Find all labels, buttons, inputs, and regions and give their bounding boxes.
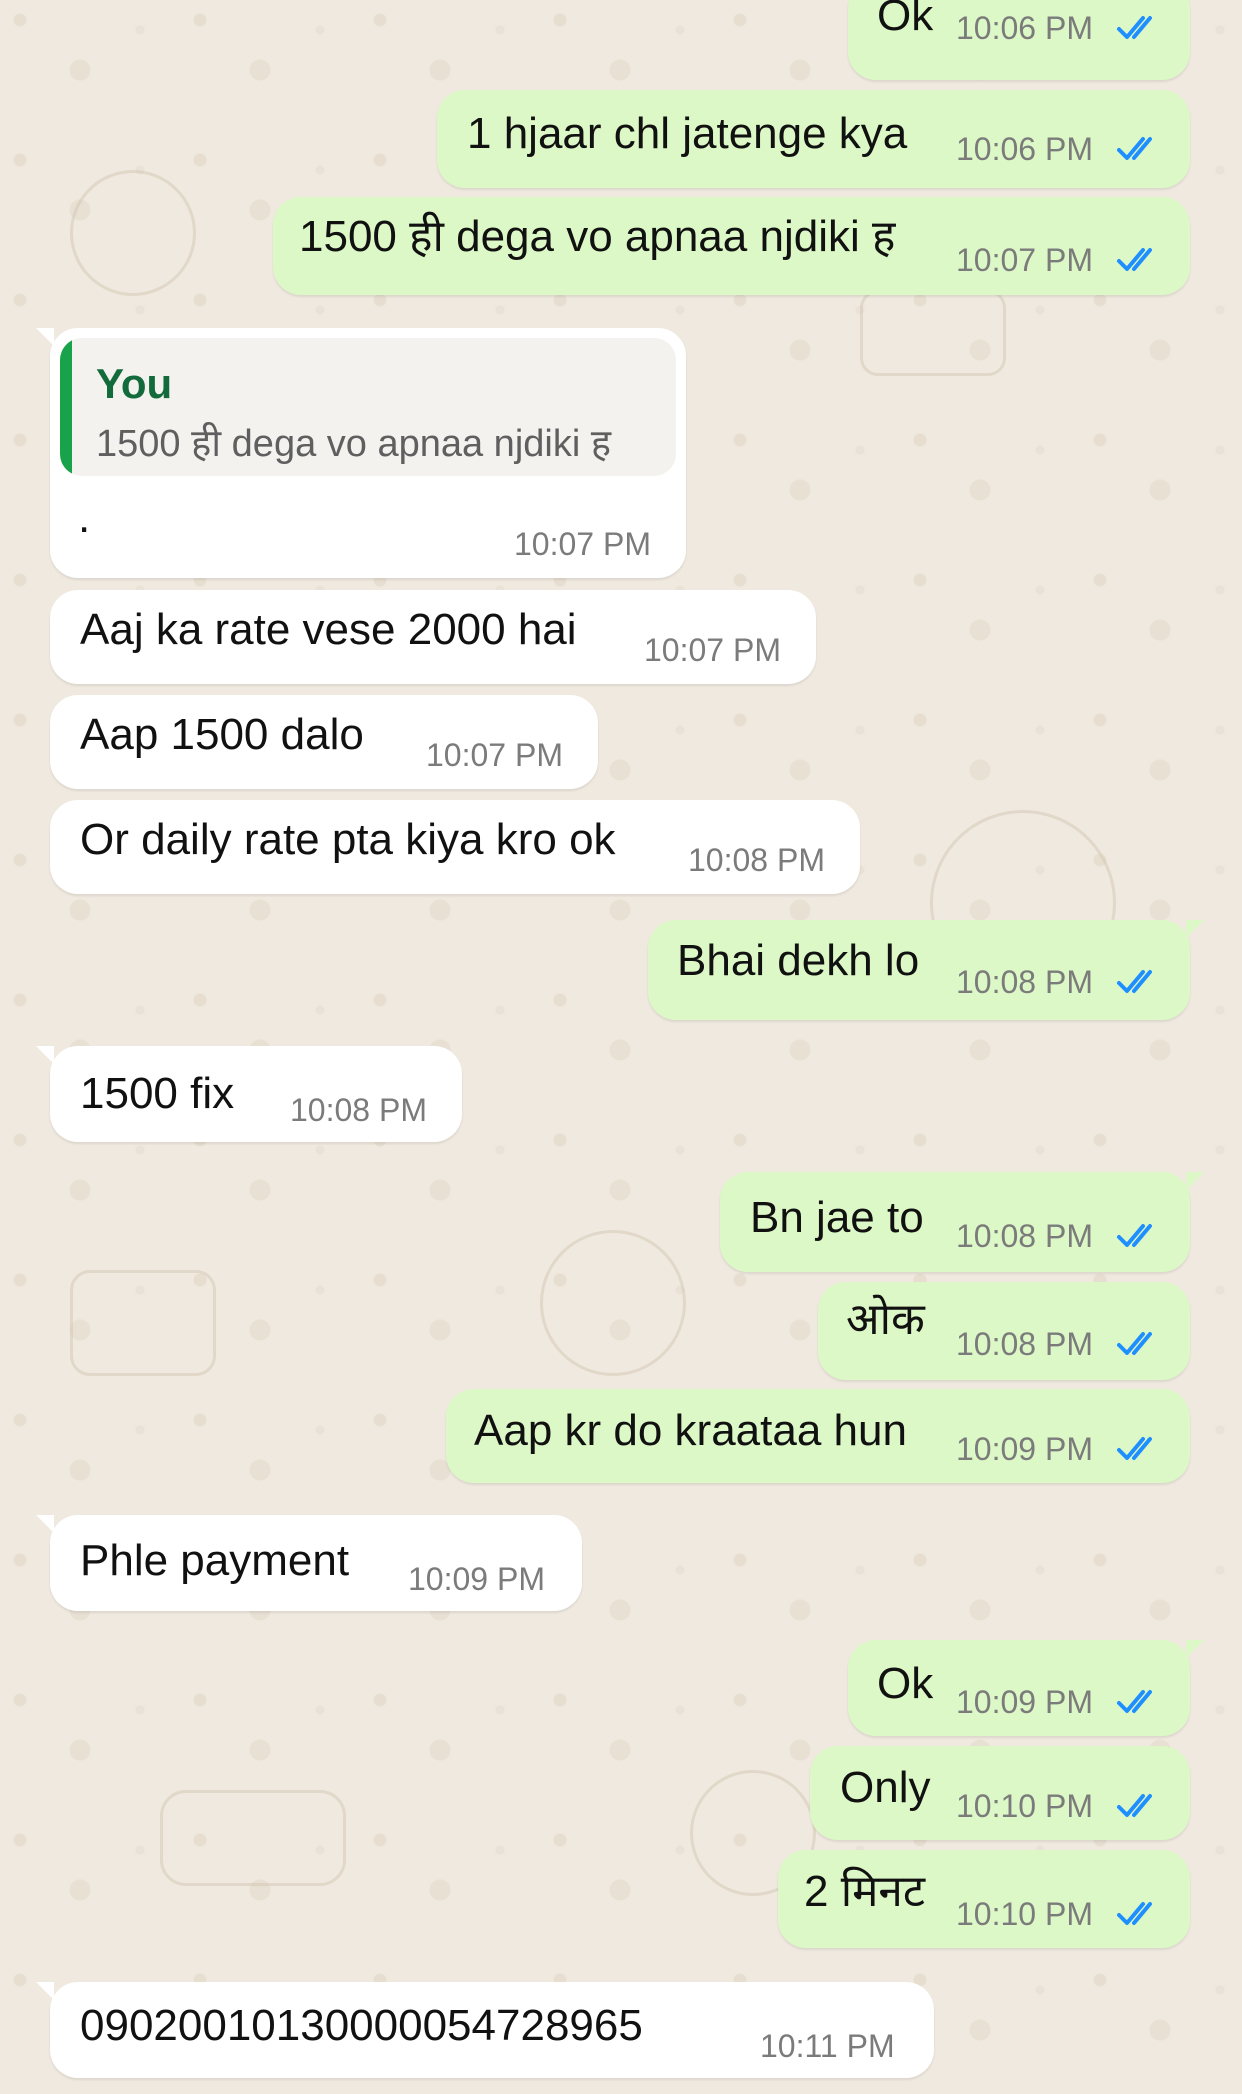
message-text: 2 मिनट	[804, 1867, 925, 1916]
message-text: 1500 ही dega vo apnaa njdiki ह	[299, 212, 896, 261]
message-time: 10:10 PM	[956, 1896, 1093, 1932]
message-time: 10:07 PM	[956, 242, 1093, 278]
message-text: Ok	[877, 0, 934, 40]
message-text: ओक	[846, 1295, 925, 1344]
quote-accent-bar	[60, 338, 72, 476]
message-time: 10:11 PM	[760, 2028, 895, 2064]
message-text: Bn jae to	[750, 1193, 924, 1242]
message-time: 10:06 PM	[956, 131, 1093, 167]
message-time: 10:07 PM	[426, 737, 563, 773]
incoming-message[interactable]: Or daily rate pta kiya kro ok 10:08 PM	[50, 800, 860, 894]
message-text: Aaj ka rate vese 2000 hai	[80, 605, 577, 654]
message-text: .	[78, 493, 91, 542]
message-time: 10:06 PM	[956, 10, 1093, 46]
chat-thread: Ok 10:06 PM 1 hjaar chl jatenge kya 10:0…	[0, 0, 1242, 2094]
double-check-icon	[1117, 1224, 1152, 1247]
incoming-message[interactable]: Aaj ka rate vese 2000 hai 10:07 PM	[50, 590, 816, 684]
incoming-message[interactable]: Phle payment 10:09 PM	[36, 1515, 582, 1611]
message-time: 10:10 PM	[956, 1788, 1093, 1824]
double-check-icon	[1117, 970, 1152, 993]
double-check-icon	[1117, 1794, 1152, 1817]
message-time: 10:09 PM	[408, 1561, 545, 1597]
outgoing-message[interactable]: Bn jae to 10:08 PM	[720, 1172, 1204, 1272]
double-check-icon	[1117, 1332, 1152, 1355]
message-text: Only	[840, 1763, 931, 1812]
double-check-icon	[1117, 1690, 1152, 1713]
outgoing-message[interactable]: 1 hjaar chl jatenge kya 10:06 PM	[437, 90, 1190, 188]
message-time: 10:07 PM	[644, 632, 781, 668]
outgoing-message[interactable]: 2 मिनट 10:10 PM	[778, 1850, 1190, 1948]
message-text: Bhai dekh lo	[677, 936, 920, 985]
message-time: 10:08 PM	[688, 842, 825, 878]
message-text: 1500 fix	[80, 1069, 235, 1118]
outgoing-message[interactable]: ओक 10:08 PM	[818, 1282, 1190, 1380]
incoming-message[interactable]: 09020010130000054728965 10:11 PM	[36, 1982, 934, 2078]
quoted-author: You	[96, 360, 173, 407]
message-time: 10:08 PM	[956, 1218, 1093, 1254]
incoming-message[interactable]: 1500 fix 10:08 PM	[36, 1046, 462, 1142]
quoted-text: 1500 ही dega vo apnaa njdiki ह	[96, 423, 612, 465]
double-check-icon	[1117, 16, 1152, 39]
double-check-icon	[1117, 1902, 1152, 1925]
outgoing-message[interactable]: Ok 10:06 PM	[848, 0, 1190, 80]
message-time: 10:07 PM	[514, 526, 651, 562]
outgoing-message[interactable]: Aap kr do kraataa hun 10:09 PM	[446, 1389, 1190, 1483]
message-text: 09020010130000054728965	[80, 2001, 643, 2050]
message-text: Aap kr do kraataa hun	[474, 1406, 907, 1455]
outgoing-message[interactable]: 1500 ही dega vo apnaa njdiki ह 10:07 PM	[273, 197, 1190, 295]
incoming-reply-message[interactable]: You 1500 ही dega vo apnaa njdiki ह . 10:…	[36, 328, 686, 578]
message-time: 10:08 PM	[956, 1326, 1093, 1362]
outgoing-message[interactable]: Bhai dekh lo 10:08 PM	[648, 920, 1204, 1020]
message-text: Phle payment	[80, 1536, 350, 1585]
message-text: Aap 1500 dalo	[80, 710, 364, 759]
incoming-message[interactable]: Aap 1500 dalo 10:07 PM	[50, 695, 598, 789]
message-time: 10:08 PM	[290, 1092, 427, 1128]
double-check-icon	[1117, 137, 1152, 160]
message-time: 10:08 PM	[956, 964, 1093, 1000]
message-time: 10:09 PM	[956, 1431, 1093, 1467]
message-text: Ok	[877, 1659, 934, 1708]
outgoing-message[interactable]: Only 10:10 PM	[810, 1746, 1190, 1840]
double-check-icon	[1117, 1437, 1152, 1460]
message-text: Or daily rate pta kiya kro ok	[80, 815, 616, 864]
double-check-icon	[1117, 248, 1152, 271]
outgoing-message[interactable]: Ok 10:09 PM	[848, 1640, 1204, 1736]
message-text: 1 hjaar chl jatenge kya	[467, 109, 908, 158]
quoted-message[interactable]: You 1500 ही dega vo apnaa njdiki ह	[60, 338, 676, 476]
message-time: 10:09 PM	[956, 1684, 1093, 1720]
